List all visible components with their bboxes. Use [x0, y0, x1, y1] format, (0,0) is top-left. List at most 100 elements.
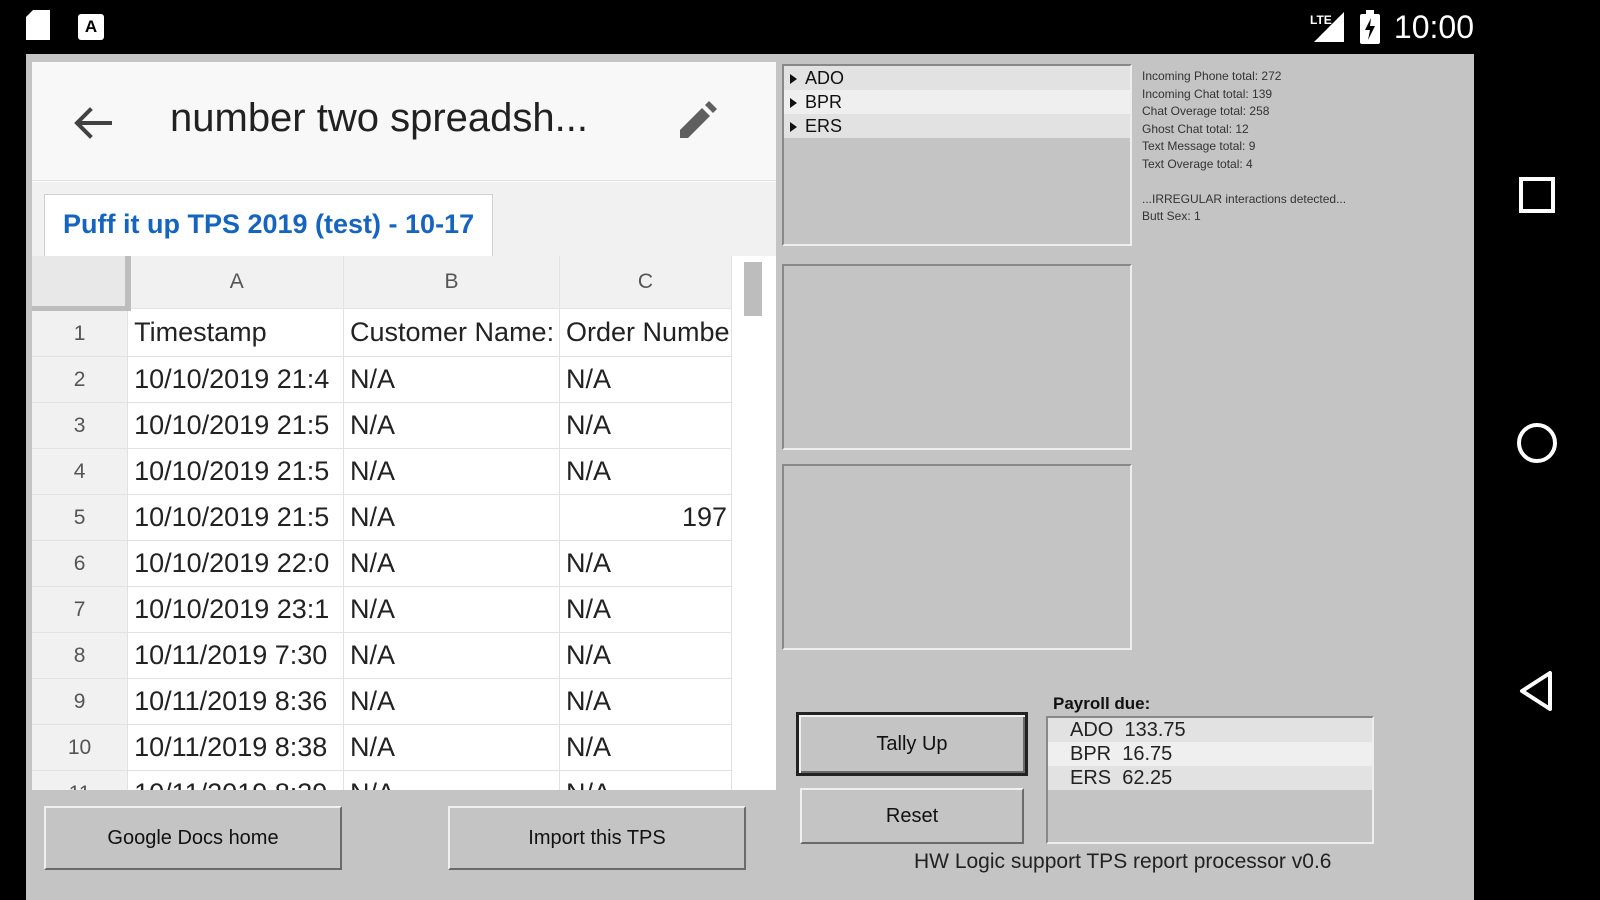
table-row: 11 10/11/2019 8:39 N/A N/A	[32, 770, 733, 790]
select-all-corner[interactable]	[32, 256, 131, 311]
circle-icon[interactable]	[1514, 420, 1560, 466]
google-docs-home-button[interactable]: Google Docs home	[44, 806, 342, 870]
stat-line: Incoming Phone total: 272	[1142, 69, 1282, 83]
table-row: 7 10/10/2019 23:1 N/A N/A	[32, 586, 733, 633]
cell[interactable]: N/A	[343, 448, 560, 495]
cell[interactable]: N/A	[559, 586, 733, 633]
cell[interactable]: Customer Name:	[343, 308, 560, 357]
row-number[interactable]: 6	[32, 540, 129, 587]
row-number[interactable]: 7	[32, 586, 129, 633]
clock: 10:00	[1393, 8, 1474, 45]
stat-line: Text Overage total: 4	[1142, 156, 1253, 171]
row-number[interactable]: 9	[32, 678, 129, 725]
cell[interactable]: 10/10/2019 22:0	[127, 540, 345, 587]
sheet-tab[interactable]: Puff it up TPS 2019 (test) - 10-17	[44, 194, 494, 257]
table-row: 10 10/11/2019 8:38 N/A N/A	[32, 724, 733, 771]
svg-text:LTE: LTE	[1310, 13, 1332, 27]
cell[interactable]: 10/10/2019 21:5	[127, 402, 345, 449]
stats-summary: Incoming Phone total: 272 Incoming Chat …	[1142, 68, 1442, 226]
cell[interactable]: N/A	[343, 632, 560, 679]
stat-line: Butt Sex: 1	[1142, 209, 1201, 223]
vertical-scrollbar[interactable]	[740, 256, 776, 790]
status-bar: A LTE 10:00	[0, 0, 1600, 54]
sheet-tab-strip: Puff it up TPS 2019 (test) - 10-17	[32, 182, 776, 257]
stat-line: Ghost Chat total: 12	[1142, 121, 1249, 136]
row-number[interactable]: 4	[32, 448, 129, 495]
square-icon[interactable]	[1514, 172, 1560, 218]
spreadsheet-grid[interactable]: A B C 1 Timestamp Customer Name: Order N…	[32, 256, 733, 790]
table-row: 5 10/10/2019 21:5 N/A 197	[32, 494, 733, 541]
tree-item-label: BPR	[805, 92, 843, 112]
row-number[interactable]: 10	[32, 724, 129, 771]
expand-arrow-icon[interactable]	[790, 98, 797, 109]
cell[interactable]: N/A	[559, 356, 733, 403]
stat-line: Text Message total: 9	[1142, 139, 1256, 153]
import-tps-button[interactable]: Import this TPS	[448, 806, 746, 870]
navigation-bar	[1474, 54, 1600, 900]
cell[interactable]: N/A	[343, 356, 560, 403]
expand-arrow-icon[interactable]	[790, 122, 797, 133]
cell[interactable]: 10/10/2019 21:5	[127, 448, 345, 495]
cell[interactable]: 10/11/2019 7:30	[127, 632, 345, 679]
reset-button[interactable]: Reset	[800, 788, 1024, 844]
payroll-item[interactable]: ADO 133.75	[1048, 718, 1372, 742]
cell[interactable]: N/A	[559, 770, 733, 790]
row-number[interactable]: 8	[32, 632, 129, 679]
pencil-edit-icon[interactable]	[672, 98, 720, 146]
column-header-a[interactable]: A	[127, 256, 345, 309]
detail-panel-2	[782, 464, 1132, 650]
cell[interactable]: 10/11/2019 8:38	[127, 724, 345, 771]
scrollbar-thumb[interactable]	[744, 262, 762, 316]
cell[interactable]: N/A	[343, 494, 560, 541]
tree-item-bpr[interactable]: BPR	[784, 90, 1130, 114]
app-notification-icon: A	[78, 14, 104, 40]
column-header-c[interactable]: C	[559, 256, 733, 309]
stat-line	[1142, 173, 1442, 191]
cell[interactable]: N/A	[559, 540, 733, 587]
cell[interactable]: 10/11/2019 8:36	[127, 678, 345, 725]
expand-arrow-icon[interactable]	[790, 74, 797, 85]
table-row: 3 10/10/2019 21:5 N/A N/A	[32, 402, 733, 449]
cell[interactable]: N/A	[343, 540, 560, 587]
cell[interactable]: 197	[559, 494, 733, 541]
tally-up-button[interactable]: Tally Up	[796, 712, 1028, 776]
cell[interactable]: N/A	[559, 678, 733, 725]
row-number[interactable]: 11	[32, 770, 129, 790]
cell[interactable]: Order Numbe	[559, 308, 733, 357]
back-triangle-icon[interactable]	[1514, 668, 1560, 714]
cell[interactable]: N/A	[343, 586, 560, 633]
row-number[interactable]: 1	[32, 308, 129, 357]
tree-item-ado[interactable]: ADO	[784, 66, 1130, 90]
stat-line: ...IRREGULAR interactions detected...	[1142, 191, 1347, 206]
lte-signal-icon: LTE	[1310, 12, 1344, 42]
stat-line: Chat Overage total: 258	[1142, 104, 1270, 118]
cell[interactable]: 10/10/2019 23:1	[127, 586, 345, 633]
cell[interactable]: N/A	[559, 448, 733, 495]
tree-item-ers[interactable]: ERS	[784, 114, 1130, 138]
row-number[interactable]: 3	[32, 402, 129, 449]
document-title: number two spreadsh...	[170, 96, 588, 140]
department-tree-list: ADO BPR ERS	[782, 64, 1132, 246]
cell[interactable]: Timestamp	[127, 308, 345, 357]
cell[interactable]: N/A	[559, 632, 733, 679]
payroll-item[interactable]: BPR 16.75	[1048, 742, 1372, 766]
back-arrow-icon[interactable]	[70, 100, 116, 146]
cell[interactable]: N/A	[559, 402, 733, 449]
cell[interactable]: N/A	[559, 724, 733, 771]
table-row: 9 10/11/2019 8:36 N/A N/A	[32, 678, 733, 725]
cell[interactable]: N/A	[343, 724, 560, 771]
battery-charging-icon	[1359, 10, 1380, 44]
payroll-item[interactable]: ERS 62.25	[1048, 766, 1372, 790]
cell[interactable]: 10/10/2019 21:5	[127, 494, 345, 541]
row-number[interactable]: 5	[32, 494, 129, 541]
cell[interactable]: 10/10/2019 21:4	[127, 356, 345, 403]
cell[interactable]: N/A	[343, 402, 560, 449]
row-number[interactable]: 2	[32, 356, 129, 403]
sd-card-icon	[26, 10, 50, 40]
table-row: 6 10/10/2019 22:0 N/A N/A	[32, 540, 733, 587]
cell[interactable]: N/A	[343, 678, 560, 725]
column-header-b[interactable]: B	[343, 256, 560, 309]
cell[interactable]: 10/11/2019 8:39	[127, 770, 345, 790]
table-row: 1 Timestamp Customer Name: Order Numbe	[32, 308, 733, 357]
cell[interactable]: N/A	[343, 770, 560, 790]
